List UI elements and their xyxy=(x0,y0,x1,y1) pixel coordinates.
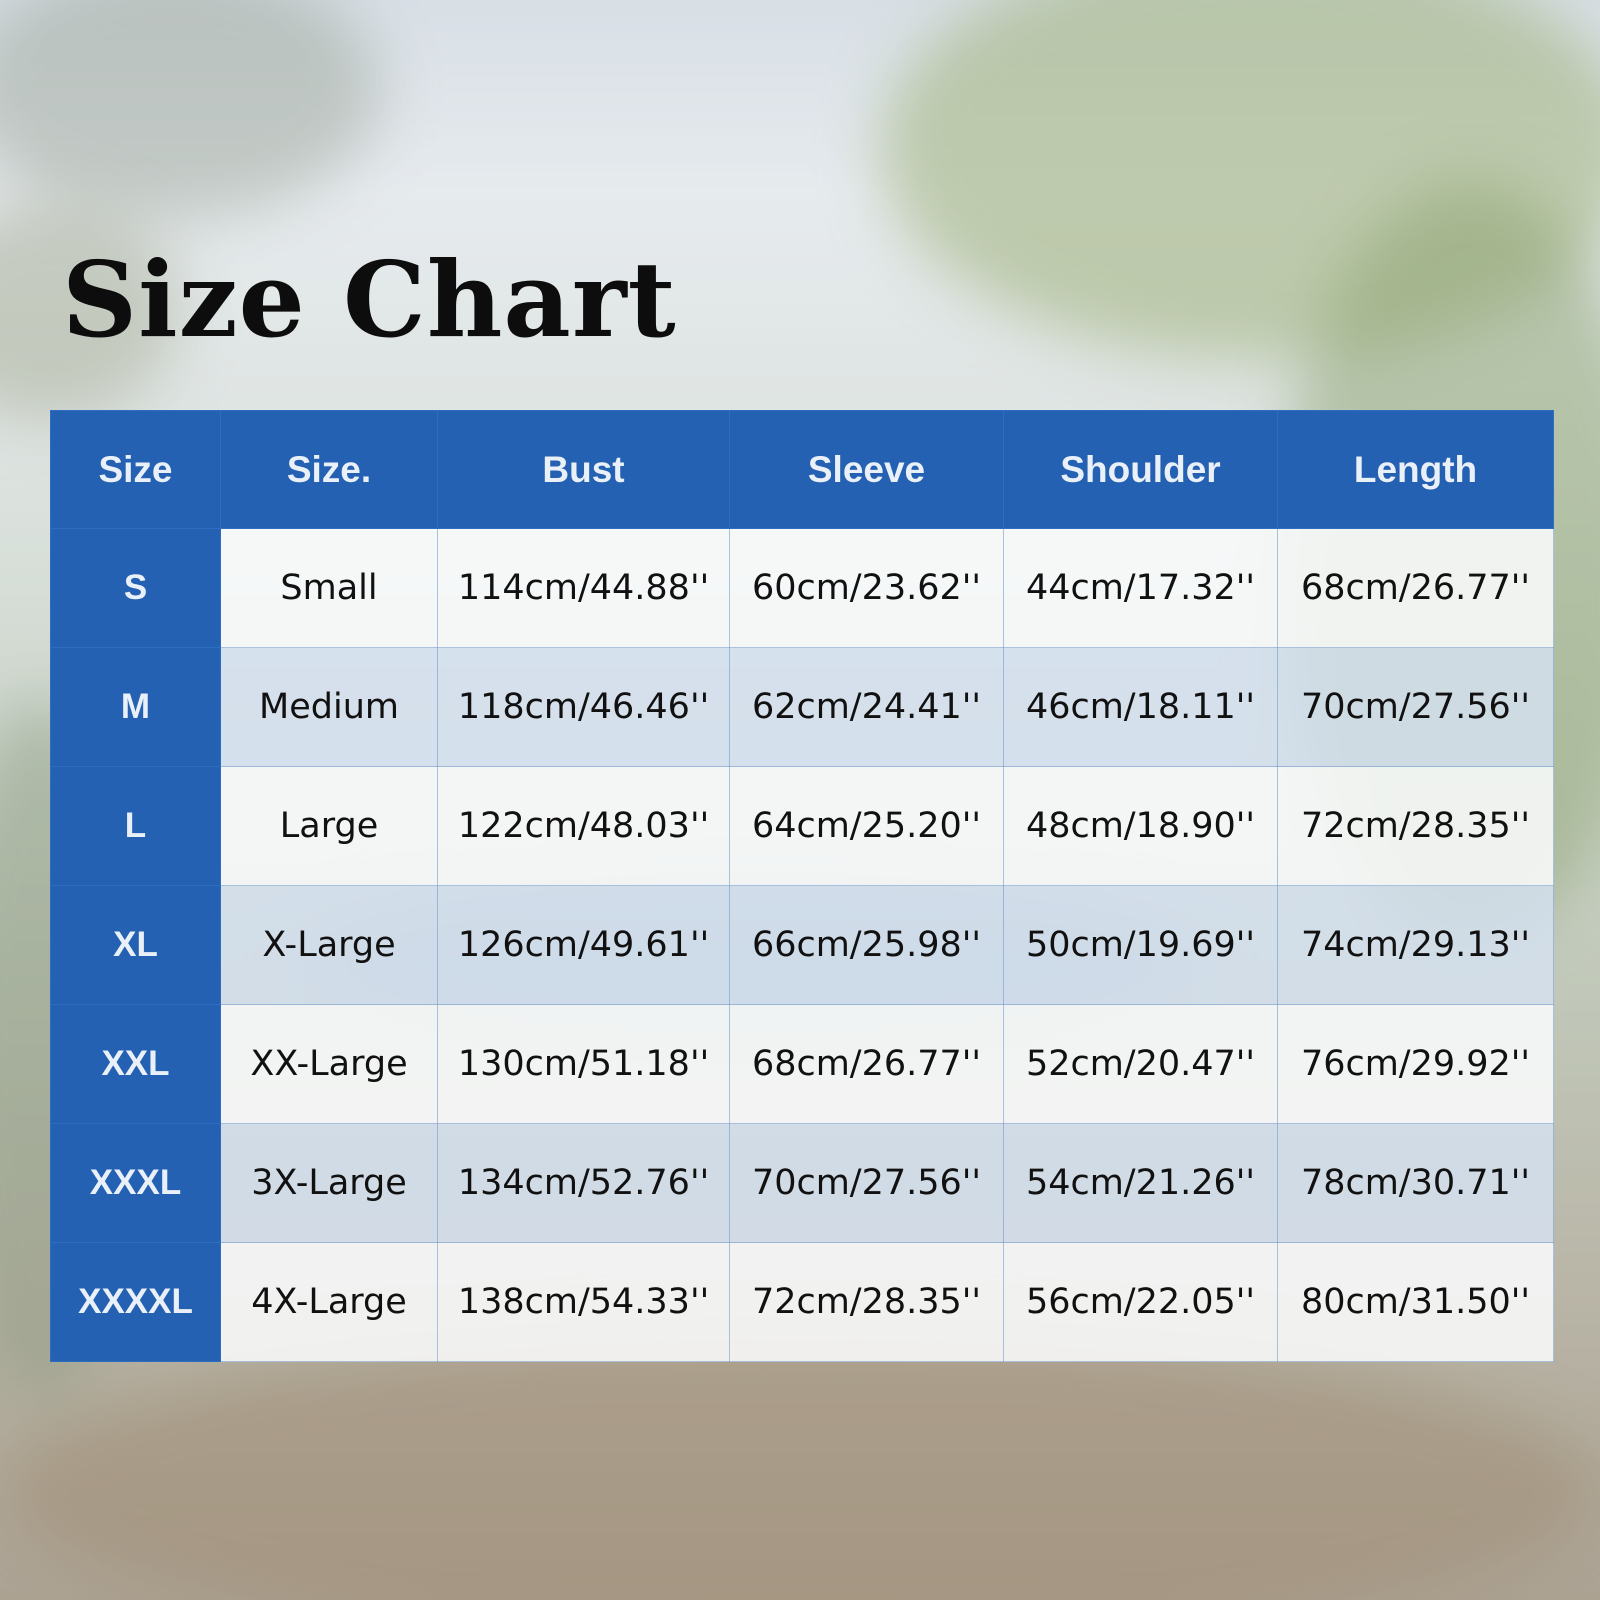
length-cell: 78cm/30.71'' xyxy=(1277,1123,1554,1243)
sleeve-cell: 68cm/26.77'' xyxy=(729,1004,1004,1124)
sleeve-cell: 72cm/28.35'' xyxy=(729,1242,1004,1362)
length-cell: 80cm/31.50'' xyxy=(1277,1242,1554,1362)
size-name-cell: Large xyxy=(220,766,438,886)
sleeve-cell: 66cm/25.98'' xyxy=(729,885,1004,1005)
length-cell: 70cm/27.56'' xyxy=(1277,647,1554,767)
size-name-cell: X-Large xyxy=(220,885,438,1005)
size-code-cell: XXXXL xyxy=(50,1242,221,1362)
shoulder-cell: 48cm/18.90'' xyxy=(1003,766,1278,886)
header-size-name: Size. xyxy=(220,410,438,529)
length-cell: 76cm/29.92'' xyxy=(1277,1004,1554,1124)
sleeve-cell: 62cm/24.41'' xyxy=(729,647,1004,767)
bust-cell: 130cm/51.18'' xyxy=(437,1004,730,1124)
size-name-cell: 3X-Large xyxy=(220,1123,438,1243)
table-row: XXXL 3X-Large 134cm/52.76'' 70cm/27.56''… xyxy=(50,1123,1554,1243)
size-code-cell: XXXL xyxy=(50,1123,221,1243)
page-title: Size Chart xyxy=(62,238,677,361)
size-name-cell: Small xyxy=(220,528,438,648)
table-row: M Medium 118cm/46.46'' 62cm/24.41'' 46cm… xyxy=(50,647,1554,767)
size-name-cell: Medium xyxy=(220,647,438,767)
size-code-cell: M xyxy=(50,647,221,767)
sleeve-cell: 70cm/27.56'' xyxy=(729,1123,1004,1243)
shoulder-cell: 46cm/18.11'' xyxy=(1003,647,1278,767)
bust-cell: 122cm/48.03'' xyxy=(437,766,730,886)
length-cell: 68cm/26.77'' xyxy=(1277,528,1554,648)
length-cell: 74cm/29.13'' xyxy=(1277,885,1554,1005)
table-row: XXXXL 4X-Large 138cm/54.33'' 72cm/28.35'… xyxy=(50,1242,1554,1362)
table-row: XXL XX-Large 130cm/51.18'' 68cm/26.77'' … xyxy=(50,1004,1554,1124)
shoulder-cell: 50cm/19.69'' xyxy=(1003,885,1278,1005)
bust-cell: 118cm/46.46'' xyxy=(437,647,730,767)
header-bust: Bust xyxy=(437,410,730,529)
table-header: Size Size. Bust Sleeve Shoulder Length xyxy=(50,410,1554,529)
shoulder-cell: 44cm/17.32'' xyxy=(1003,528,1278,648)
size-name-cell: XX-Large xyxy=(220,1004,438,1124)
size-code-cell: L xyxy=(50,766,221,886)
sleeve-cell: 60cm/23.62'' xyxy=(729,528,1004,648)
bust-cell: 138cm/54.33'' xyxy=(437,1242,730,1362)
sleeve-cell: 64cm/25.20'' xyxy=(729,766,1004,886)
shoulder-cell: 52cm/20.47'' xyxy=(1003,1004,1278,1124)
size-code-cell: S xyxy=(50,528,221,648)
header-length: Length xyxy=(1277,410,1554,529)
shoulder-cell: 54cm/21.26'' xyxy=(1003,1123,1278,1243)
size-code-cell: XXL xyxy=(50,1004,221,1124)
header-shoulder: Shoulder xyxy=(1003,410,1278,529)
bust-cell: 134cm/52.76'' xyxy=(437,1123,730,1243)
bust-cell: 114cm/44.88'' xyxy=(437,528,730,648)
table-row: S Small 114cm/44.88'' 60cm/23.62'' 44cm/… xyxy=(50,528,1554,648)
size-code-cell: XL xyxy=(50,885,221,1005)
size-name-cell: 4X-Large xyxy=(220,1242,438,1362)
size-chart-table: Size Size. Bust Sleeve Shoulder Length S… xyxy=(50,410,1554,1362)
header-size-code: Size xyxy=(50,410,221,529)
bust-cell: 126cm/49.61'' xyxy=(437,885,730,1005)
length-cell: 72cm/28.35'' xyxy=(1277,766,1554,886)
table-row: L Large 122cm/48.03'' 64cm/25.20'' 48cm/… xyxy=(50,766,1554,886)
shoulder-cell: 56cm/22.05'' xyxy=(1003,1242,1278,1362)
table-row: XL X-Large 126cm/49.61'' 66cm/25.98'' 50… xyxy=(50,885,1554,1005)
header-sleeve: Sleeve xyxy=(729,410,1004,529)
